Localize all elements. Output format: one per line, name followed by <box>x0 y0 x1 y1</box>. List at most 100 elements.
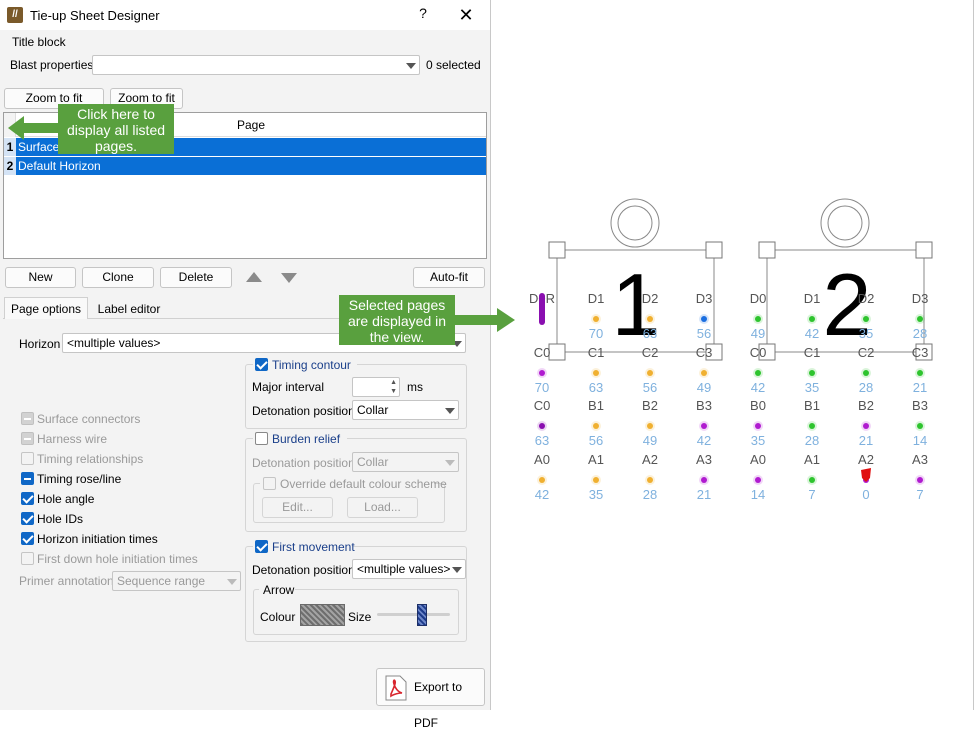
hole-dot <box>917 477 923 483</box>
hole-id-label: A0 <box>750 452 766 467</box>
size-slider-track[interactable] <box>377 613 450 616</box>
hole-id-label: C0 <box>534 398 551 413</box>
spin-arrows-icon[interactable]: ▲ ▼ <box>390 378 397 396</box>
hole-id-label: D3 <box>696 291 713 306</box>
harness-wire-checkbox[interactable] <box>21 432 34 445</box>
br-detonation-select[interactable]: Collar <box>352 452 459 472</box>
hole-time-label: 70 <box>535 380 549 395</box>
burden-relief-label: Burden relief <box>272 432 341 446</box>
colour-swatch[interactable] <box>300 604 345 626</box>
tc-detonation-select[interactable]: Collar <box>352 400 459 420</box>
hole-dot <box>701 477 707 483</box>
close-button[interactable]: ✕ <box>453 3 479 27</box>
edit-button[interactable]: Edit... <box>262 497 333 518</box>
tab-page-options[interactable]: Page options <box>4 297 88 319</box>
timing-relationships-checkbox[interactable] <box>21 452 34 465</box>
page-corner-handle <box>915 241 933 259</box>
hole-time-label: 35 <box>859 326 873 341</box>
hole-angle-bar <box>539 293 545 325</box>
tie-up-view[interactable]: 12 D0RD170D263D356C070C163C256C349C063B1… <box>520 185 975 525</box>
hole-dot <box>647 370 653 376</box>
hole-time-label: 21 <box>859 433 873 448</box>
help-button[interactable]: ? <box>413 5 433 25</box>
hole-dot <box>539 370 545 376</box>
hole-time-label: 49 <box>751 326 765 341</box>
hole-dot <box>593 423 599 429</box>
hole-ids-label: Hole IDs <box>37 512 84 526</box>
hole-id-label: A3 <box>696 452 712 467</box>
auto-fit-button[interactable]: Auto-fit <box>413 267 485 288</box>
fm-detonation-select[interactable]: <multiple values> <box>352 559 466 579</box>
page-circle-inner <box>827 205 863 241</box>
blast-properties-label: Blast properties <box>10 58 94 72</box>
chevron-down-icon <box>445 460 455 466</box>
first-movement-checkbox[interactable] <box>255 540 268 553</box>
hole-id-label: C0 <box>534 345 551 360</box>
surface-connectors-checkbox[interactable] <box>21 412 34 425</box>
hole-ids-checkbox[interactable] <box>21 512 34 525</box>
hole-id-label: D2 <box>858 291 875 306</box>
hole-dot <box>755 423 761 429</box>
hole-id-label: C0 <box>750 345 767 360</box>
burden-relief-checkbox[interactable] <box>255 432 268 445</box>
override-colour-checkbox[interactable] <box>263 477 276 490</box>
hole-time-label: 35 <box>751 433 765 448</box>
new-button[interactable]: New <box>5 267 76 288</box>
load-button[interactable]: Load... <box>347 497 418 518</box>
hole-time-label: 63 <box>535 433 549 448</box>
pdf-icon <box>385 675 407 701</box>
callout-selected-pages: Selected pages are displayed in the view… <box>339 295 455 345</box>
hole-time-label: 56 <box>589 433 603 448</box>
hole-dot <box>539 477 545 483</box>
primer-annotation-select[interactable]: Sequence range <box>112 571 241 591</box>
page-corner-handle <box>758 241 776 259</box>
page-corner-handle <box>548 241 566 259</box>
size-label: Size <box>348 610 372 624</box>
hole-time-label: 42 <box>535 487 549 502</box>
timing-rose-line-checkbox[interactable] <box>21 472 34 485</box>
hole-angle-checkbox[interactable] <box>21 492 34 505</box>
hole-dot <box>647 477 653 483</box>
hole-id-label: A3 <box>912 452 928 467</box>
clone-button[interactable]: Clone <box>82 267 154 288</box>
timing-rose-line-label: Timing rose/line <box>37 472 122 486</box>
primer-annotation-label: Primer annotation <box>19 574 114 588</box>
hole-id-label: A1 <box>588 452 604 467</box>
hole-dot <box>809 370 815 376</box>
page-outlines: 12 <box>548 198 933 361</box>
hole-time-label: 21 <box>697 487 711 502</box>
first-movement-arrow <box>861 468 871 482</box>
timing-contour-checkbox[interactable] <box>255 358 268 371</box>
title-bar: // Tie-up Sheet Designer ? ✕ <box>0 0 490 30</box>
hole-dot <box>647 423 653 429</box>
harness-wire-label: Harness wire <box>37 432 108 446</box>
size-slider-thumb[interactable] <box>417 604 427 626</box>
override-colour-label: Override default colour scheme <box>280 477 447 491</box>
hole-id-label: C1 <box>804 345 821 360</box>
hole-dot <box>701 370 707 376</box>
move-down-icon[interactable] <box>281 273 297 283</box>
hole-time-label: 49 <box>697 380 711 395</box>
delete-button[interactable]: Delete <box>160 267 232 288</box>
major-interval-spinbox[interactable]: ▲ ▼ <box>352 377 400 397</box>
export-pdf-button[interactable]: Export to PDF <box>376 668 485 730</box>
hole-dot <box>809 477 815 483</box>
horizon-initiation-checkbox[interactable] <box>21 532 34 545</box>
hole-dot <box>863 316 869 322</box>
hole-time-label: 0 <box>862 487 869 502</box>
timing-relationships-label: Timing relationships <box>37 452 144 466</box>
tab-label-editor[interactable]: Label editor <box>90 298 168 320</box>
hole-id-label: B0 <box>750 398 766 413</box>
hole-time-label: 28 <box>805 433 819 448</box>
hole-dot <box>755 370 761 376</box>
major-interval-unit: ms <box>407 380 423 394</box>
blast-properties-select[interactable] <box>92 55 420 75</box>
chevron-down-icon <box>406 63 416 69</box>
move-up-icon[interactable] <box>246 272 262 282</box>
hole-time-label: 42 <box>751 380 765 395</box>
hole-dot <box>647 316 653 322</box>
list-item[interactable]: 2 Default Horizon <box>4 157 486 175</box>
hole-time-label: 42 <box>697 433 711 448</box>
hole-time-label: 63 <box>643 326 657 341</box>
first-down-hole-checkbox[interactable] <box>21 552 34 565</box>
